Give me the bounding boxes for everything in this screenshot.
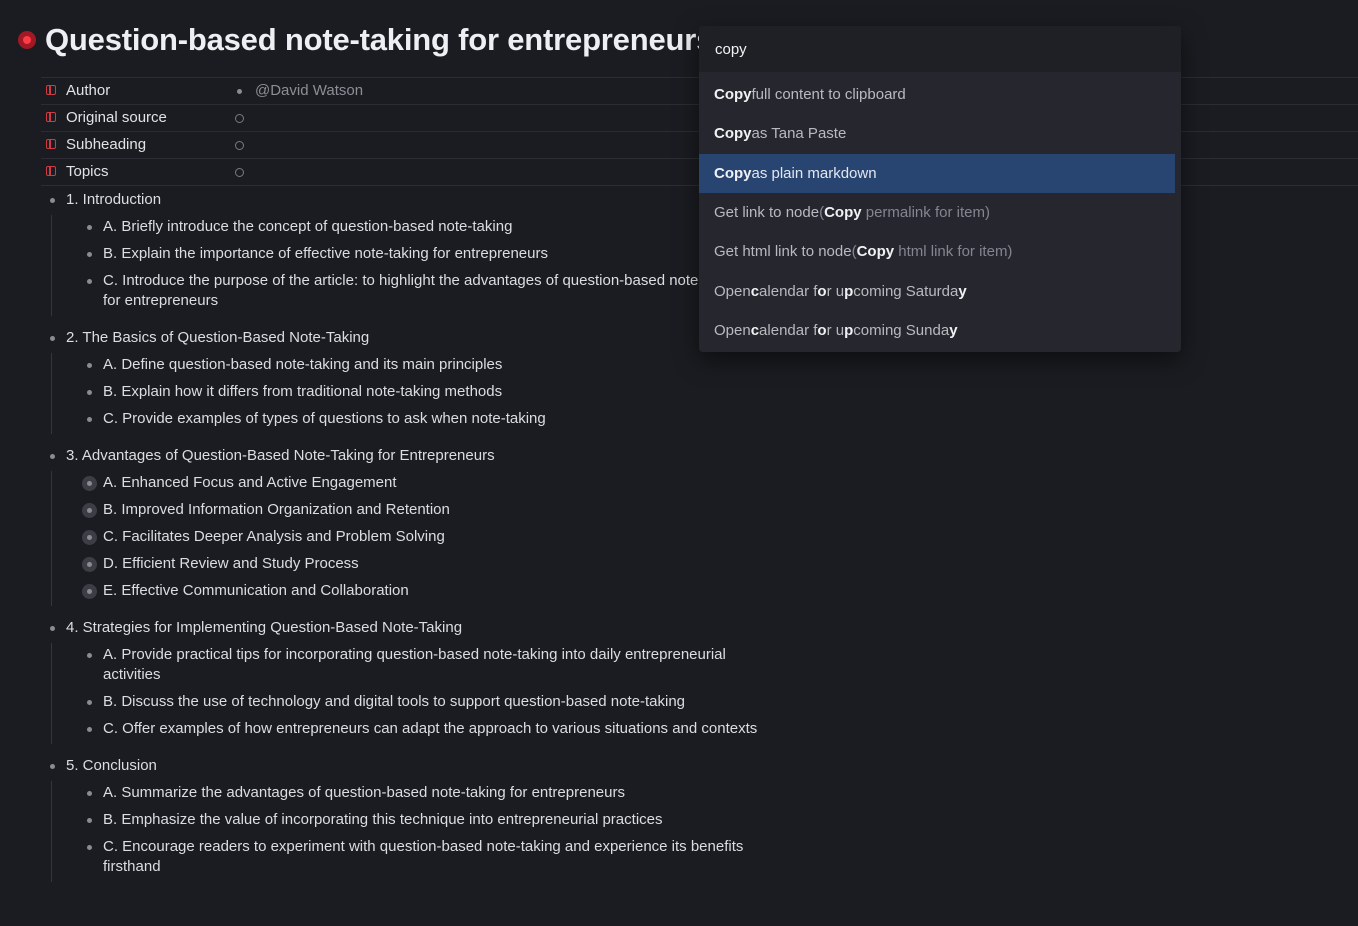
field-label: Original source [66, 109, 167, 126]
outline-node[interactable]: 2. The Basics of Question-Based Note-Tak… [44, 326, 784, 353]
outline-child-node[interactable]: C. Introduce the purpose of the article:… [52, 269, 763, 316]
outline-child-node[interactable]: B. Explain how it differs from tradition… [52, 380, 763, 407]
outline-child-node[interactable]: C. Encourage readers to experiment with … [52, 835, 763, 882]
field-icon [46, 139, 56, 149]
outline-child-node[interactable]: C. Offer examples of how entrepreneurs c… [52, 717, 763, 744]
outline-children: A. Summarize the advantages of question-… [51, 781, 784, 882]
outline-child-node[interactable]: A. Define question-based note-taking and… [52, 353, 763, 380]
command-item[interactable]: Get link to node (Copy permalink for ite… [699, 193, 1175, 232]
outline-children: A. Provide practical tips for incorporat… [51, 643, 784, 744]
outline-child-node[interactable]: A. Summarize the advantages of question-… [52, 781, 763, 808]
command-item[interactable]: Open c alendar for u p coming Sunda y [699, 311, 1175, 350]
outline: 1. Introduction A. Briefly introduce the… [44, 188, 784, 892]
empty-bullet-icon[interactable] [235, 114, 244, 123]
command-item[interactable]: Copy as Tana Paste [699, 114, 1175, 153]
outline-node[interactable]: 4. Strategies for Implementing Question-… [44, 616, 784, 643]
field-label: Author [66, 82, 111, 99]
command-list: Copy full content to clipboard Copy as T… [699, 72, 1181, 350]
outline-section: 5. Conclusion A. Summarize the advantage… [44, 754, 784, 882]
outline-child-node[interactable]: B. Emphasize the value of incorporating … [52, 808, 763, 835]
outline-section: 3. Advantages of Question-Based Note-Tak… [44, 444, 784, 606]
outline-child-node[interactable]: C. Provide examples of types of question… [52, 407, 763, 434]
outline-child-node[interactable]: B. Explain the importance of effective n… [52, 242, 763, 269]
outline-children: A. Enhanced Focus and Active Engagement … [51, 471, 784, 606]
page-header: Question-based note-taking for entrepren… [18, 22, 713, 58]
command-item[interactable]: Get html link to node (Copy html link fo… [699, 232, 1175, 271]
empty-bullet-icon[interactable] [235, 141, 244, 150]
collapsed-outline-node[interactable]: B. Improved Information Organization and… [52, 498, 763, 525]
outline-child-node[interactable]: A. Briefly introduce the concept of ques… [52, 215, 763, 242]
command-palette: copy Copy full content to clipboard Copy… [699, 26, 1181, 352]
collapsed-outline-node[interactable]: A. Enhanced Focus and Active Engagement [52, 471, 763, 498]
outline-node[interactable]: 1. Introduction [44, 188, 784, 215]
empty-bullet-icon[interactable] [235, 168, 244, 177]
field-label: Topics [66, 163, 109, 180]
outline-section: 2. The Basics of Question-Based Note-Tak… [44, 326, 784, 434]
outline-section: 4. Strategies for Implementing Question-… [44, 616, 784, 744]
outline-children: A. Define question-based note-taking and… [51, 353, 784, 434]
outline-child-node[interactable]: B. Discuss the use of technology and dig… [52, 690, 763, 717]
field-icon [46, 112, 56, 122]
collapsed-outline-node[interactable]: D. Efficient Review and Study Process [52, 552, 763, 579]
command-search-input[interactable]: copy [699, 26, 1181, 72]
field-icon [46, 166, 56, 176]
page-title[interactable]: Question-based note-taking for entrepren… [45, 22, 713, 58]
bullet-icon [237, 89, 242, 94]
field-label: Subheading [66, 136, 147, 153]
outline-children: A. Briefly introduce the concept of ques… [51, 215, 784, 316]
outline-node[interactable]: 3. Advantages of Question-Based Note-Tak… [44, 444, 784, 471]
field-icon [46, 85, 56, 95]
command-item[interactable]: Copy full content to clipboard [699, 75, 1175, 114]
field-value[interactable]: @David Watson [255, 82, 363, 99]
outline-child-node[interactable]: A. Provide practical tips for incorporat… [52, 643, 763, 690]
node-icon[interactable] [18, 31, 36, 49]
collapsed-outline-node[interactable]: E. Effective Communication and Collabora… [52, 579, 763, 606]
command-item-selected[interactable]: Copy as plain markdown [699, 153, 1175, 193]
command-item[interactable]: Open c alendar for u p coming Saturda y [699, 271, 1175, 310]
collapsed-outline-node[interactable]: C. Facilitates Deeper Analysis and Probl… [52, 525, 763, 552]
outline-section: 1. Introduction A. Briefly introduce the… [44, 188, 784, 316]
outline-node[interactable]: 5. Conclusion [44, 754, 784, 781]
